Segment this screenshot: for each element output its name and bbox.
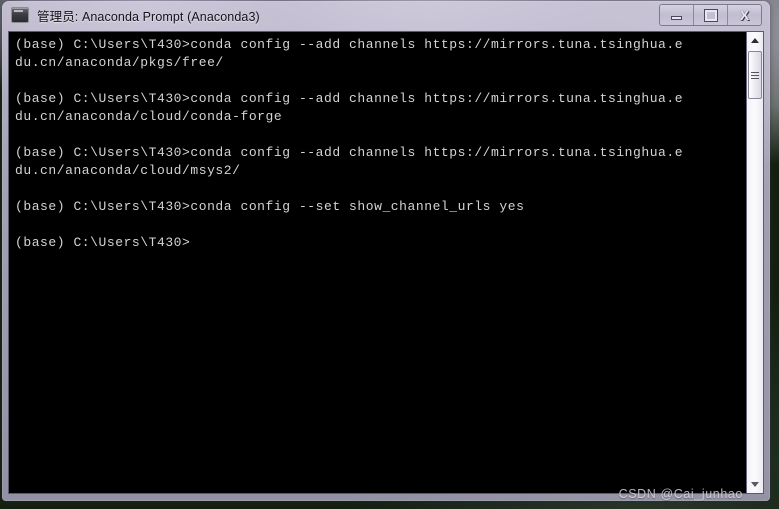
terminal-area: (base) C:\Users\T430>conda config --add … xyxy=(8,31,764,494)
grip-line xyxy=(750,74,759,76)
terminal-line: (base) C:\Users\T430>conda config --set … xyxy=(15,199,525,214)
anaconda-prompt-window: 管理员: Anaconda Prompt (Anaconda3) X (base… xyxy=(2,1,770,501)
maximize-button[interactable] xyxy=(694,5,728,25)
minimize-button[interactable] xyxy=(660,5,694,25)
window-title: 管理员: Anaconda Prompt (Anaconda3) xyxy=(37,9,260,24)
window-controls: X xyxy=(659,4,762,26)
maximize-icon xyxy=(704,9,717,21)
terminal-line: du.cn/anaconda/pkgs/free/ xyxy=(15,55,224,70)
console-icon xyxy=(11,7,29,23)
terminal-line: (base) C:\Users\T430>conda config --add … xyxy=(15,37,684,52)
terminal-line: (base) C:\Users\T430> xyxy=(15,235,191,250)
scroll-up-button[interactable] xyxy=(747,32,764,49)
scrollbar-thumb[interactable] xyxy=(747,51,762,99)
terminal-line: du.cn/anaconda/cloud/conda-forge xyxy=(15,109,283,124)
grip-line xyxy=(750,71,759,73)
terminal-line: (base) C:\Users\T430>conda config --add … xyxy=(15,91,684,106)
window-titlebar[interactable]: 管理员: Anaconda Prompt (Anaconda3) X xyxy=(2,1,770,29)
terminal-scrollbar[interactable] xyxy=(746,32,763,493)
terminal-line: (base) C:\Users\T430>conda config --add … xyxy=(15,145,684,160)
terminal-output[interactable]: (base) C:\Users\T430>conda config --add … xyxy=(9,32,746,493)
terminal-line: du.cn/anaconda/cloud/msys2/ xyxy=(15,163,241,178)
desktop-background: 管理员: Anaconda Prompt (Anaconda3) X (base… xyxy=(0,0,779,509)
chevron-down-icon xyxy=(751,482,759,487)
minimize-icon xyxy=(671,16,682,20)
scrollbar-track[interactable] xyxy=(747,49,764,476)
close-icon: X xyxy=(739,7,750,23)
chevron-up-icon xyxy=(751,38,759,43)
close-button[interactable]: X xyxy=(728,5,761,25)
scroll-down-button[interactable] xyxy=(747,476,764,493)
grip-line xyxy=(750,77,759,79)
